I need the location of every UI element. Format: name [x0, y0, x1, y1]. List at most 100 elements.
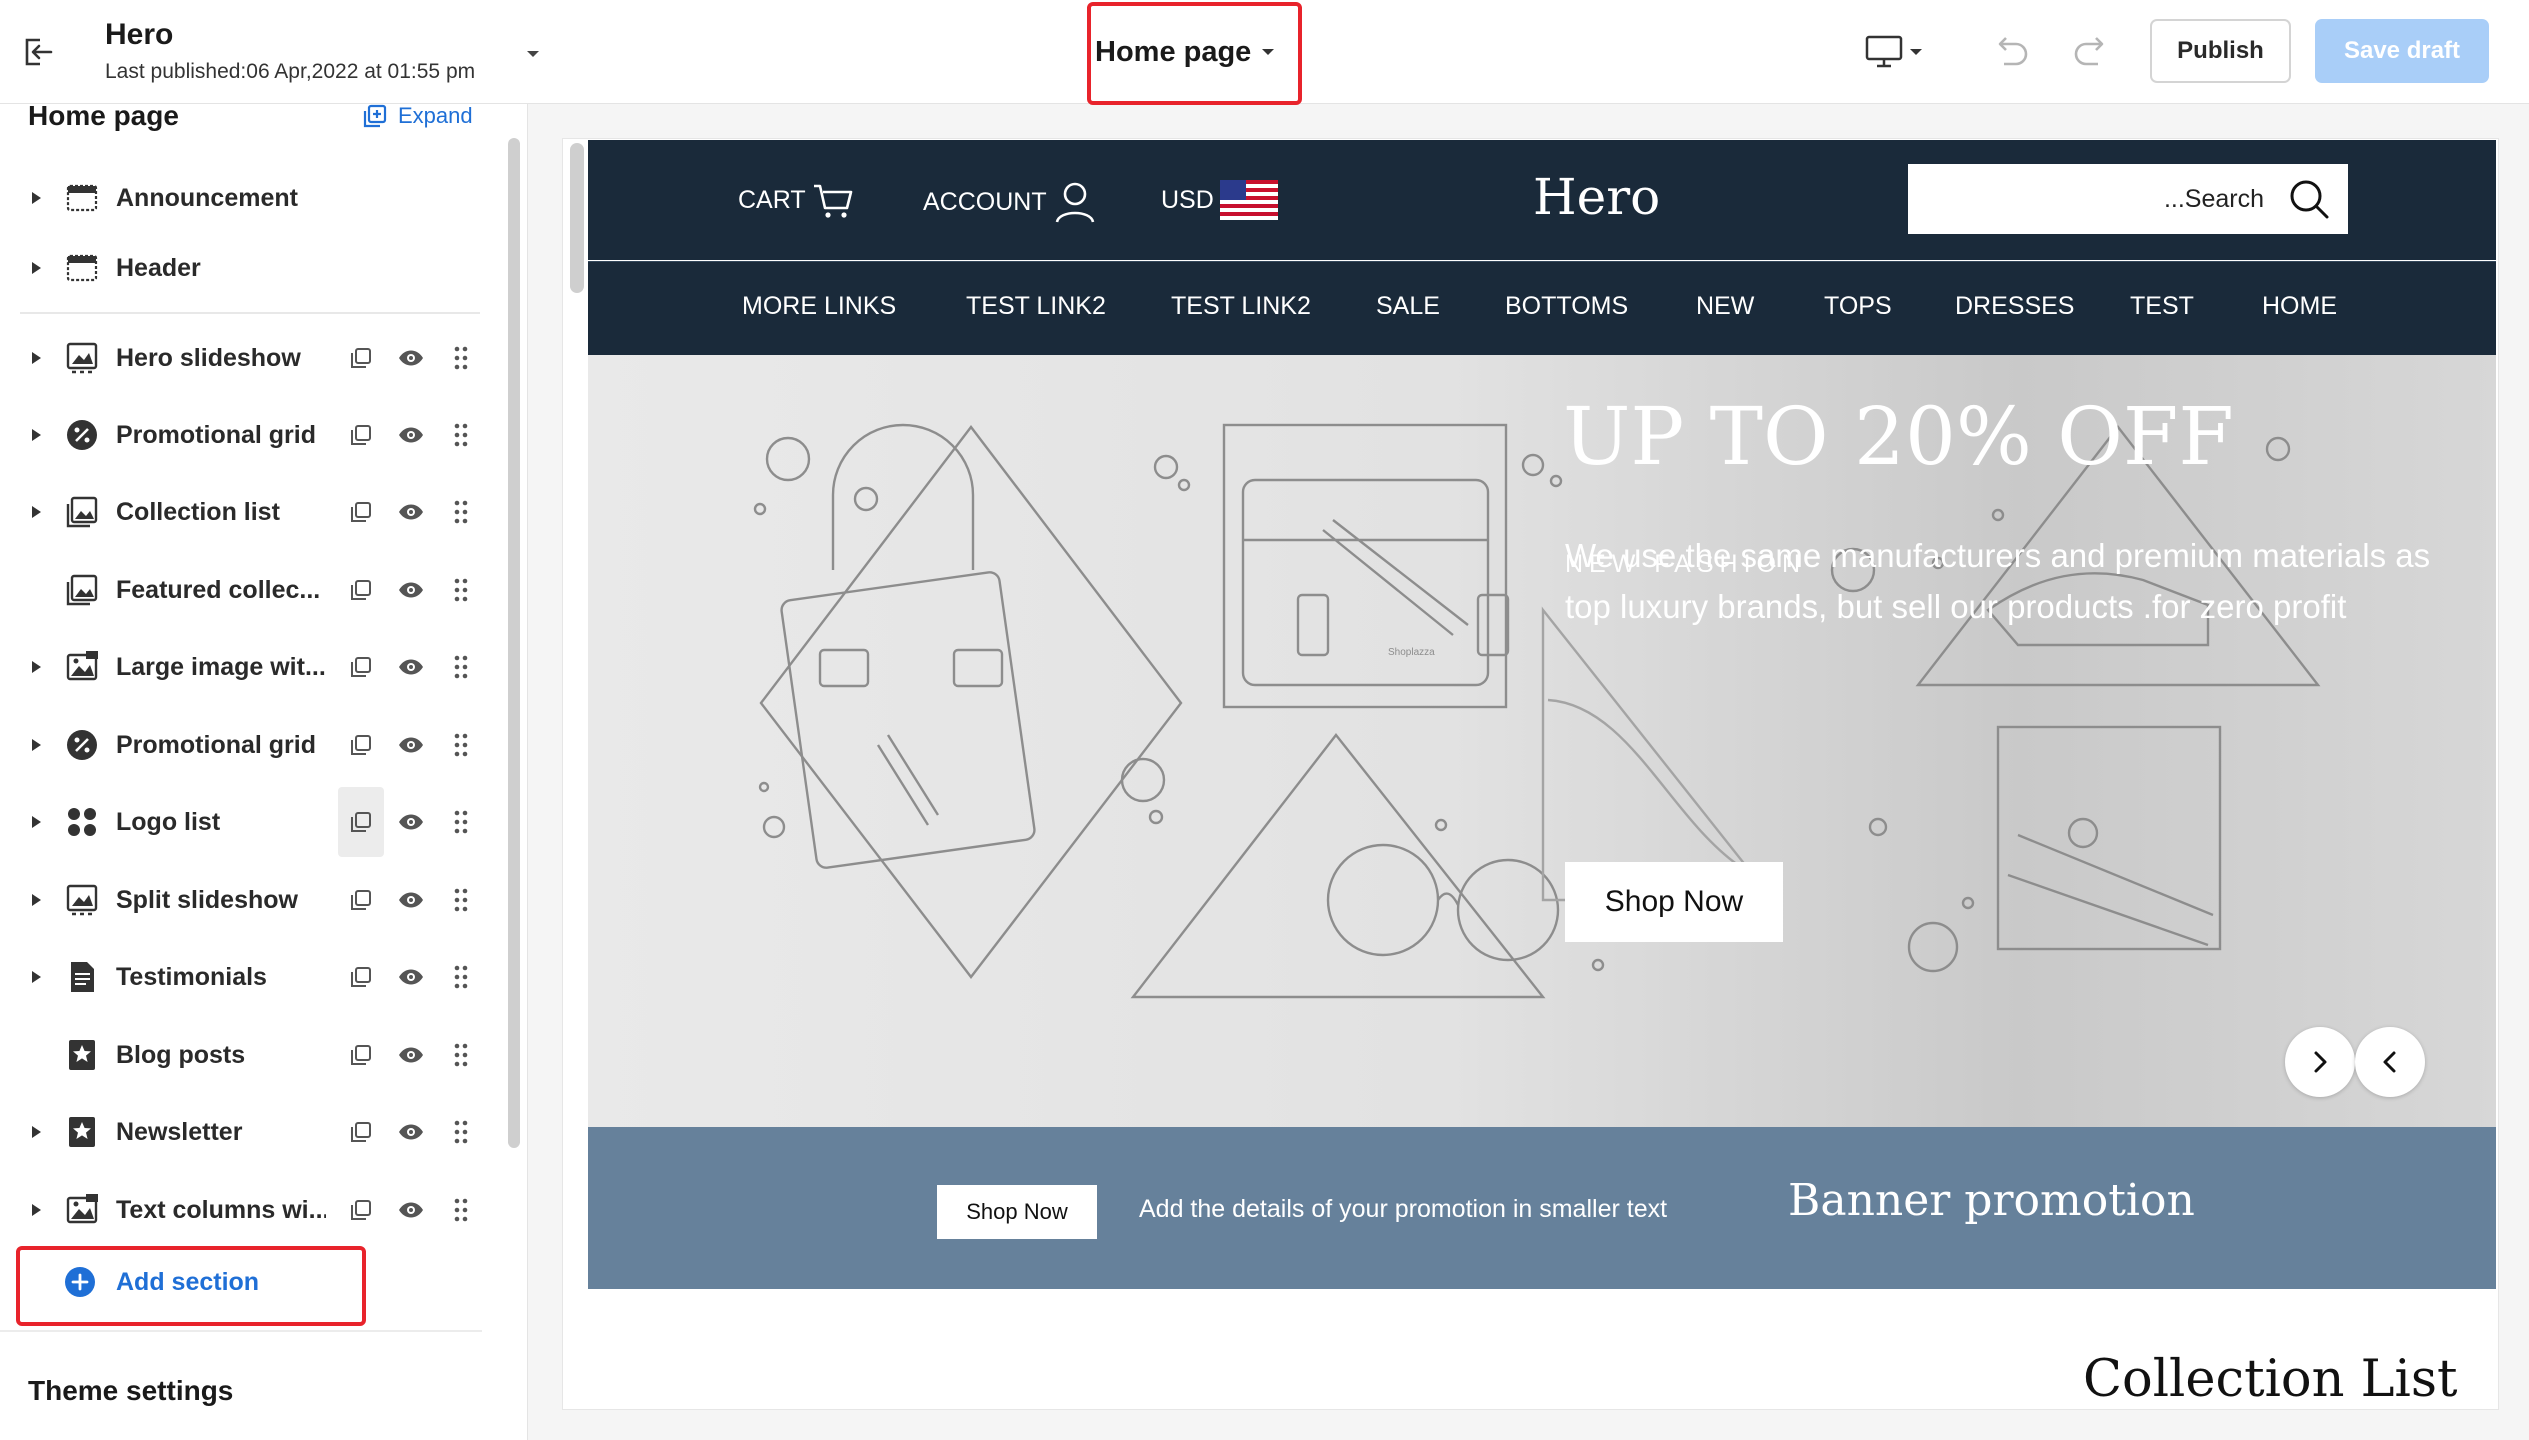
eye-icon[interactable]	[388, 567, 434, 613]
eye-icon[interactable]	[388, 1187, 434, 1233]
theme-settings-link[interactable]: Theme settings	[28, 1375, 233, 1407]
eye-icon[interactable]	[388, 412, 434, 458]
duplicate-icon[interactable]	[338, 1109, 384, 1155]
slide-prev-button[interactable]	[2355, 1027, 2425, 1097]
nav-link[interactable]: NEW	[1696, 292, 1754, 321]
caret-right-icon[interactable]	[30, 351, 42, 365]
sidebar-item-large-image-wit[interactable]: Large image wit...	[20, 637, 480, 697]
caret-right-icon[interactable]	[30, 970, 42, 984]
nav-link[interactable]: HOME	[2262, 292, 2337, 321]
collection-list-title: Collection List	[2083, 1350, 2458, 1408]
sidebar-item-collection-list[interactable]: Collection list	[20, 482, 480, 542]
drag-handle-icon[interactable]	[438, 644, 484, 690]
caret-right-icon[interactable]	[30, 660, 42, 674]
sidebar-item-promotional-grid[interactable]: Promotional grid	[20, 405, 480, 465]
exit-icon[interactable]	[18, 32, 58, 72]
save-draft-button[interactable]: Save draft	[2315, 19, 2489, 83]
redo-icon[interactable]	[2070, 32, 2112, 72]
caret-right-icon[interactable]	[30, 261, 42, 275]
nav-link[interactable]: DRESSES	[1955, 292, 2074, 321]
nav-link[interactable]: TEST	[2130, 292, 2194, 321]
caret-right-icon[interactable]	[30, 815, 42, 829]
eye-icon[interactable]	[388, 877, 434, 923]
announcement-icon	[64, 180, 100, 216]
duplicate-icon[interactable]	[338, 1187, 384, 1233]
sidebar-item-testimonials[interactable]: Testimonials	[20, 947, 480, 1007]
add-section-button[interactable]: Add section	[64, 1266, 259, 1298]
duplicate-icon[interactable]	[338, 954, 384, 1000]
drag-handle-icon[interactable]	[438, 489, 484, 535]
site-search-input[interactable]: ...Search	[1908, 164, 2348, 234]
eye-icon[interactable]	[388, 1032, 434, 1078]
duplicate-icon[interactable]	[338, 489, 384, 535]
account-link[interactable]: ACCOUNT	[923, 180, 1097, 224]
sidebar-item-featured-collec[interactable]: Featured collec...	[20, 560, 480, 620]
caret-right-icon[interactable]	[30, 428, 42, 442]
site-logo[interactable]: Hero	[1533, 168, 1660, 226]
nav-link[interactable]: TEST LINK2	[966, 292, 1106, 321]
sidebar-item-hero-slideshow[interactable]: Hero slideshow	[20, 328, 480, 388]
drag-handle-icon[interactable]	[438, 877, 484, 923]
sidebar-item-label: Logo list	[116, 807, 221, 836]
page-select[interactable]: Home page	[1095, 30, 1275, 74]
drag-handle-icon[interactable]	[438, 1109, 484, 1155]
eye-icon[interactable]	[388, 799, 434, 845]
section-actions	[338, 870, 488, 930]
slide-next-button[interactable]	[2285, 1027, 2355, 1097]
eye-icon[interactable]	[388, 644, 434, 690]
drag-handle-icon[interactable]	[438, 799, 484, 845]
sidebar-item-logo-list[interactable]: Logo list	[20, 787, 480, 857]
duplicate-icon[interactable]	[338, 1032, 384, 1078]
duplicate-icon[interactable]	[338, 722, 384, 768]
cart-link[interactable]: CART	[738, 180, 854, 220]
undo-icon[interactable]	[1990, 32, 2032, 72]
duplicate-icon[interactable]	[338, 877, 384, 923]
device-select[interactable]	[1865, 30, 1935, 74]
nav-link[interactable]: MORE LINKS	[742, 292, 896, 321]
caret-right-icon[interactable]	[30, 893, 42, 907]
hero-shop-now-button[interactable]: Shop Now	[1565, 862, 1783, 942]
chevron-down-icon[interactable]	[526, 49, 540, 59]
sidebar-item-announcement[interactable]: Announcement	[20, 168, 480, 228]
duplicate-icon[interactable]	[338, 567, 384, 613]
duplicate-icon[interactable]	[338, 412, 384, 458]
store-name: Hero	[105, 18, 174, 51]
publish-button[interactable]: Publish	[2150, 19, 2291, 83]
duplicate-icon[interactable]	[338, 644, 384, 690]
drag-handle-icon[interactable]	[438, 567, 484, 613]
drag-handle-icon[interactable]	[438, 1187, 484, 1233]
sidebar-scrollbar-thumb[interactable]	[508, 138, 520, 1148]
nav-link[interactable]: TEST LINK2	[1171, 292, 1311, 321]
caret-right-icon[interactable]	[30, 738, 42, 752]
caret-right-icon[interactable]	[30, 191, 42, 205]
nav-link[interactable]: TOPS	[1824, 292, 1892, 321]
expand-button[interactable]: Expand	[362, 103, 473, 129]
sidebar-item-text-columns-wi[interactable]: Text columns wi...	[20, 1180, 480, 1240]
nav-link[interactable]: SALE	[1376, 292, 1440, 321]
sidebar-item-newsletter[interactable]: Newsletter	[20, 1102, 480, 1162]
nav-link[interactable]: BOTTOMS	[1505, 292, 1628, 321]
caret-right-icon[interactable]	[30, 505, 42, 519]
preview-scrollbar-thumb[interactable]	[570, 143, 584, 293]
drag-handle-icon[interactable]	[438, 412, 484, 458]
drag-handle-icon[interactable]	[438, 1032, 484, 1078]
storefront-preview: CART ACCOUNT USD Hero ...Search MORE LIN…	[588, 140, 2496, 1408]
duplicate-icon[interactable]	[338, 787, 384, 857]
sidebar-item-blog-posts[interactable]: Blog posts	[20, 1025, 480, 1085]
eye-icon[interactable]	[388, 954, 434, 1000]
drag-handle-icon[interactable]	[438, 335, 484, 381]
sidebar-item-header[interactable]: Header	[20, 238, 480, 298]
caret-right-icon[interactable]	[30, 1203, 42, 1217]
eye-icon[interactable]	[388, 722, 434, 768]
caret-right-icon[interactable]	[30, 1125, 42, 1139]
eye-icon[interactable]	[388, 489, 434, 535]
drag-handle-icon[interactable]	[438, 954, 484, 1000]
eye-icon[interactable]	[388, 1109, 434, 1155]
sidebar-item-split-slideshow[interactable]: Split slideshow	[20, 870, 480, 930]
currency-select[interactable]: USD	[1161, 180, 1278, 220]
eye-icon[interactable]	[388, 335, 434, 381]
sidebar-item-promotional-grid[interactable]: Promotional grid	[20, 715, 480, 775]
duplicate-icon[interactable]	[338, 335, 384, 381]
drag-handle-icon[interactable]	[438, 722, 484, 768]
promo-shop-now-button[interactable]: Shop Now	[937, 1185, 1097, 1239]
